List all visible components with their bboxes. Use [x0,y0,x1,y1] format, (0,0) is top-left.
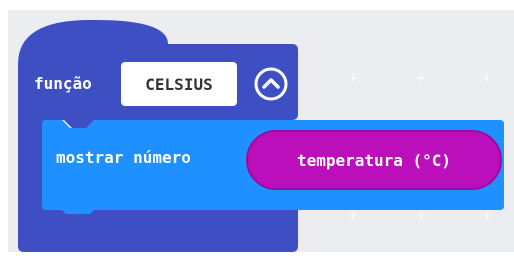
function-name-text: CELSIUS [145,74,213,94]
grid-plus-icon: + [416,71,427,85]
show-number-label: mostrar número [56,148,191,167]
function-name-field[interactable]: CELSIUS [121,62,237,106]
temperature-reporter-block[interactable]: temperatura (°C) [246,130,502,190]
grid-plus-icon: + [482,71,493,85]
function-keyword: função [34,74,92,93]
grid-plus-icon: + [348,71,359,85]
chevron-up-circle-icon[interactable] [252,65,290,103]
temperature-reporter-label: temperatura (°C) [296,150,452,170]
